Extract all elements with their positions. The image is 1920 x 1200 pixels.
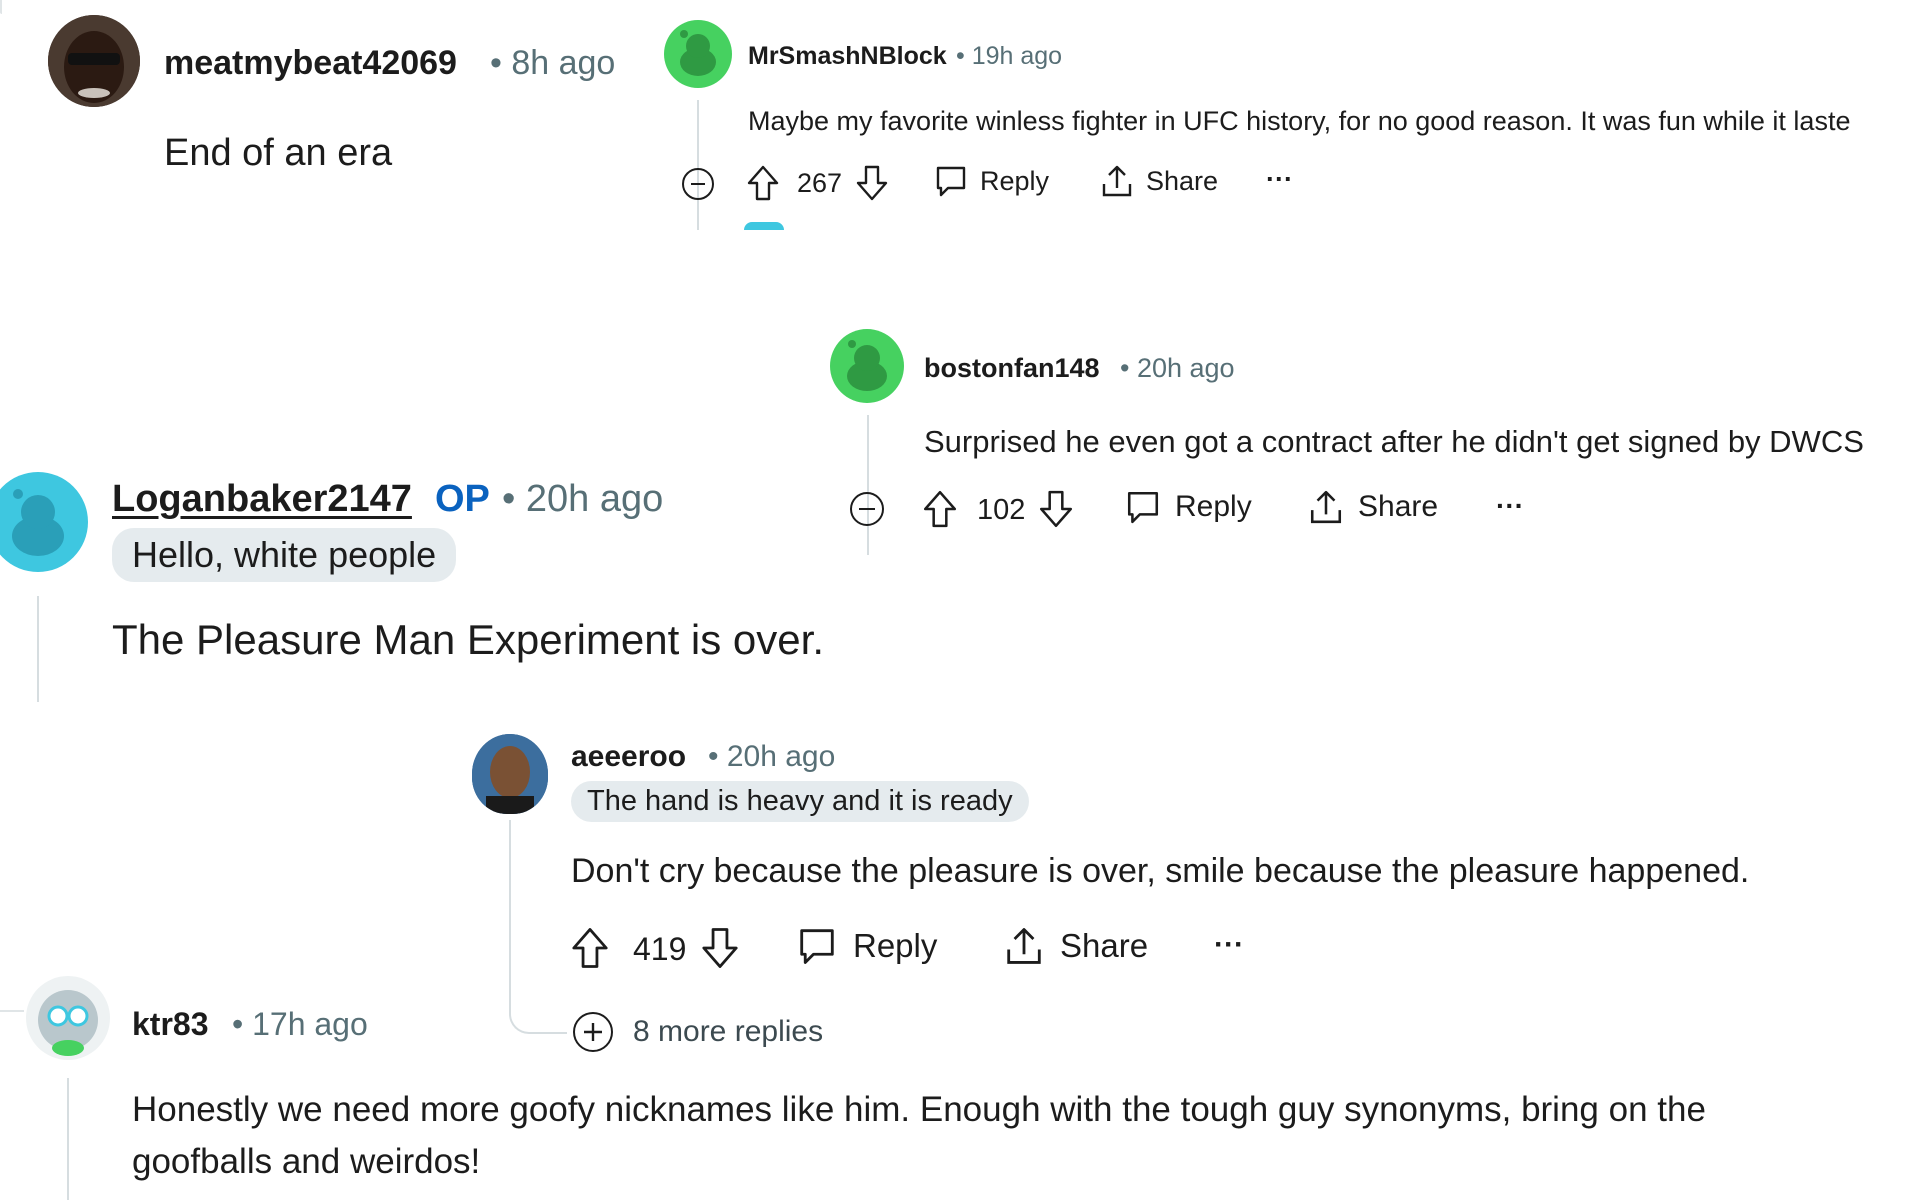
share-label: Share — [1358, 490, 1439, 523]
comment-username[interactable]: bostonfan148 — [924, 353, 1100, 384]
expand-plus-icon — [571, 1010, 615, 1054]
collapse-minus-icon[interactable] — [680, 166, 716, 202]
snoo-avatar-icon[interactable] — [0, 472, 88, 572]
comment-timestamp: • 20h ago — [708, 740, 836, 773]
more-options-button[interactable]: ··· — [1496, 490, 1524, 522]
downvote-button[interactable] — [1038, 489, 1074, 529]
op-badge: OP — [435, 478, 490, 520]
comment-username[interactable]: Loganbaker2147 — [112, 478, 412, 521]
child-avatar-peek — [744, 222, 784, 230]
reply-label: Reply — [853, 927, 938, 964]
upvote-button[interactable] — [570, 926, 610, 970]
comment-timestamp: • 19h ago — [956, 42, 1063, 70]
collapse-minus-icon[interactable] — [848, 490, 886, 528]
downvote-icon — [855, 164, 889, 202]
reply-bubble-icon — [1125, 489, 1161, 525]
thread-elbow — [509, 1008, 567, 1034]
thread-elbow — [0, 980, 24, 1012]
more-replies-label: 8 more replies — [633, 1015, 824, 1048]
vote-count: 267 — [797, 168, 843, 198]
reply-bubble-icon — [934, 164, 968, 198]
avatar[interactable] — [26, 976, 110, 1060]
comment-body-line: goofballs and weirdos! — [132, 1142, 481, 1181]
comment-body: Surprised he even got a contract after h… — [924, 424, 1864, 459]
share-label: Share — [1060, 927, 1149, 964]
thread-line — [37, 596, 39, 702]
user-flair: Hello, white people — [112, 528, 457, 582]
upvote-icon — [922, 489, 958, 529]
share-label: Share — [1146, 165, 1219, 196]
reply-button[interactable]: Reply — [797, 926, 937, 966]
upvote-icon — [746, 164, 780, 202]
upvote-button[interactable] — [746, 164, 780, 202]
avatar[interactable] — [472, 734, 548, 814]
share-button[interactable]: Share — [1308, 489, 1438, 525]
thread-line — [67, 1078, 69, 1200]
comment-timestamp: • 8h ago — [490, 44, 616, 82]
reply-label: Reply — [980, 165, 1050, 196]
more-options-button[interactable]: ··· — [1266, 164, 1293, 195]
more-label: ··· — [1214, 928, 1244, 961]
vote-count: 419 — [633, 931, 687, 967]
comment-body: Don't cry because the pleasure is over, … — [571, 852, 1750, 890]
snoo-avatar-icon[interactable] — [830, 329, 904, 403]
downvote-button[interactable] — [700, 926, 740, 970]
share-icon — [1308, 489, 1344, 525]
snoo-avatar-icon[interactable] — [664, 20, 732, 88]
comment-body: The Pleasure Man Experiment is over. — [112, 616, 824, 663]
more-label: ··· — [1496, 490, 1524, 521]
thread-line — [509, 820, 511, 1010]
reply-button[interactable]: Reply — [934, 164, 1049, 198]
comment-body: Maybe my favorite winless fighter in UFC… — [748, 106, 1851, 136]
comment-body: End of an era — [164, 132, 393, 174]
downvote-icon — [700, 926, 740, 970]
comment-body-line: Honestly we need more goofy nicknames li… — [132, 1090, 1706, 1129]
downvote-button[interactable] — [855, 164, 889, 202]
downvote-icon — [1038, 489, 1074, 529]
comment-username[interactable]: ktr83 — [132, 1006, 209, 1043]
comment-username[interactable]: meatmybeat42069 — [164, 44, 457, 83]
more-label: ··· — [1266, 164, 1293, 194]
more-replies-button[interactable]: 8 more replies — [571, 1010, 823, 1054]
upvote-icon — [570, 926, 610, 970]
comment-timestamp: • 20h ago — [502, 478, 664, 520]
user-flair: The hand is heavy and it is ready — [571, 781, 1029, 822]
thread-line — [0, 0, 2, 14]
avatar[interactable] — [48, 15, 140, 107]
comment-username[interactable]: MrSmashNBlock — [748, 42, 947, 71]
upvote-button[interactable] — [922, 489, 958, 529]
share-icon — [1004, 926, 1044, 966]
comment-timestamp: • 20h ago — [1120, 353, 1235, 383]
share-button[interactable]: Share — [1004, 926, 1148, 966]
thread-line — [697, 100, 699, 230]
comment-timestamp: • 17h ago — [232, 1006, 368, 1042]
vote-count: 102 — [977, 494, 1026, 526]
reply-bubble-icon — [797, 926, 837, 966]
thread-line — [867, 415, 869, 555]
reply-button[interactable]: Reply — [1125, 489, 1252, 525]
more-options-button[interactable]: ··· — [1214, 928, 1244, 962]
reply-label: Reply — [1175, 490, 1252, 523]
share-button[interactable]: Share — [1100, 164, 1218, 198]
comment-username[interactable]: aeeeroo — [571, 740, 686, 774]
share-icon — [1100, 164, 1134, 198]
